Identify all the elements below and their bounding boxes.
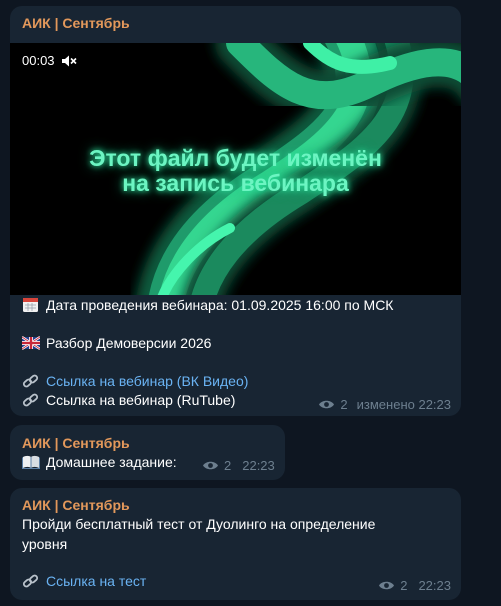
topic-text: Разбор Демоверсии 2026 xyxy=(46,335,212,351)
link-rutube-line: Ссылка на вебинар (RuTube) xyxy=(22,392,235,408)
view-count: 2 xyxy=(340,397,348,412)
eye-icon xyxy=(379,581,395,590)
message-author[interactable]: АИК | Сентябрь xyxy=(22,435,130,451)
calendar-icon xyxy=(23,298,38,312)
webinar-link-vk[interactable]: Ссылка на вебинар (ВК Видео) xyxy=(46,373,248,389)
message-bubble-webinar[interactable]: АИК | Сентябрь 00:03 Этот файл будет изм… xyxy=(10,6,461,416)
date-line: Дата проведения вебинара: 01.09.2025 16:… xyxy=(22,297,393,313)
duolingo-test-link[interactable]: Ссылка на тест xyxy=(46,573,146,589)
video-time-text: 00:03 xyxy=(22,53,55,68)
link-icon xyxy=(22,393,39,407)
video-player[interactable]: 00:03 Этот файл будет изменён на запись … xyxy=(10,43,461,295)
homework-text: Домашнее задание: xyxy=(46,454,177,470)
link-icon xyxy=(22,574,39,588)
duolingo-text-line2: уровня xyxy=(22,536,68,552)
message-time: 22:23 xyxy=(418,578,451,593)
muted-speaker-icon[interactable] xyxy=(61,54,77,68)
test-link-line: Ссылка на тест xyxy=(22,573,146,589)
message-author[interactable]: АИК | Сентябрь xyxy=(22,15,130,31)
webinar-link-rutube[interactable]: Ссылка на вебинар (RuTube) xyxy=(46,392,235,408)
uk-flag-icon xyxy=(22,336,40,350)
video-title-line1: Этот файл будет изменён xyxy=(89,145,382,171)
view-count: 2 xyxy=(224,458,232,473)
message-bubble-homework[interactable]: АИК | Сентябрь Домашнее задание: 2 22:23 xyxy=(10,425,285,480)
video-title-line2: на запись вебинара xyxy=(122,170,349,196)
link-vk-line: Ссылка на вебинар (ВК Видео) xyxy=(22,373,248,389)
message-time: 22:23 xyxy=(242,458,275,473)
view-count: 2 xyxy=(400,578,408,593)
duolingo-text-line1: Пройди бесплатный тест от Дуолинго на оп… xyxy=(22,516,376,532)
message-bubble-duolingo[interactable]: АИК | Сентябрь Пройди бесплатный тест от… xyxy=(10,488,461,600)
video-title: Этот файл будет изменён на запись вебина… xyxy=(10,146,461,196)
link-icon xyxy=(22,374,39,388)
homework-line: Домашнее задание: xyxy=(22,454,177,470)
date-text: Дата проведения вебинара: 01.09.2025 16:… xyxy=(46,297,394,313)
eye-icon xyxy=(319,400,335,409)
topic-line: Разбор Демоверсии 2026 xyxy=(22,335,211,351)
message-meta: 2 22:23 xyxy=(202,458,275,473)
message-author[interactable]: АИК | Сентябрь xyxy=(22,497,130,513)
video-time: 00:03 xyxy=(22,53,77,68)
eye-icon xyxy=(203,461,218,470)
message-meta: 2 22:23 xyxy=(378,578,451,593)
message-meta: 2 изменено 22:23 xyxy=(318,397,451,412)
book-icon xyxy=(22,455,40,469)
edited-time: изменено 22:23 xyxy=(356,397,451,412)
